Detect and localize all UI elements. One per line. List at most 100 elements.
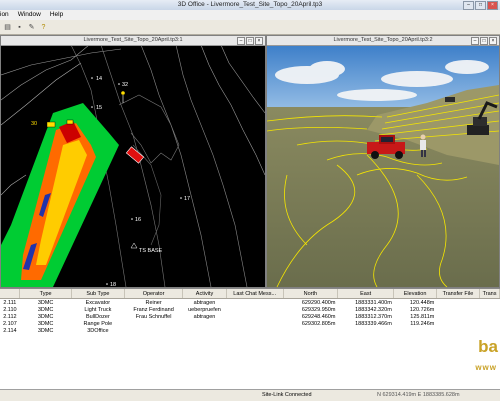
close-icon[interactable]: × bbox=[489, 37, 497, 45]
3d-view-pane[interactable]: Livermore_Test_Site_Topo_20April.tp3:2 –… bbox=[266, 35, 500, 288]
column-header[interactable]: North bbox=[283, 289, 338, 299]
window-title: 3D Office - Livermore_Test_Site_Topo_20A… bbox=[177, 1, 323, 8]
table-row[interactable]: 2.111 3DMC Excavator Reiner abtragen 629290.4… bbox=[0, 299, 500, 307]
table-row[interactable]: 2.114 3DMC 3DOffice bbox=[0, 327, 500, 334]
table-cell bbox=[226, 327, 283, 334]
map-pane-title: Livermore_Test_Site_Topo_20April.tp3:1 bbox=[1, 36, 265, 46]
table-cell: 1883342.320m bbox=[355, 306, 392, 313]
3d-scene[interactable] bbox=[267, 45, 499, 287]
table-row[interactable]: 2.107 3DMC Range Pole 629302.805m 1883339.46… bbox=[0, 320, 500, 327]
table-cell bbox=[436, 327, 479, 334]
topo-map[interactable]: 14 32 15 16 17 18 TS BASE 30 bbox=[1, 45, 265, 287]
table-cell bbox=[183, 320, 226, 327]
range-pole-marker[interactable] bbox=[121, 91, 125, 95]
table-cell bbox=[124, 327, 183, 334]
maximize-icon[interactable]: □ bbox=[475, 1, 486, 10]
close-icon[interactable]: × bbox=[487, 1, 498, 10]
table-cell bbox=[480, 327, 500, 334]
table-body: 2.111 3DMC Excavator Reiner abtragen 629290.4… bbox=[0, 299, 500, 335]
table-cell bbox=[436, 299, 479, 307]
point-label: 18 bbox=[110, 282, 116, 287]
menu-item-help[interactable]: Help bbox=[50, 10, 63, 20]
brand-logo: ba bbox=[478, 337, 498, 356]
save-icon[interactable]: ▪ bbox=[15, 23, 24, 32]
menu-item-partial[interactable]: ion bbox=[0, 10, 9, 20]
table-cell: 1883312.370m bbox=[355, 313, 392, 320]
toolbar: ▤ ▪ ✎ ? bbox=[0, 20, 500, 35]
point-label: 14 bbox=[96, 76, 102, 82]
table-header-row: Type Sub Type Operator Activity Last Cha… bbox=[0, 289, 500, 299]
site-vehicle-marker[interactable] bbox=[46, 121, 56, 128]
column-header[interactable]: Elevation bbox=[393, 289, 437, 299]
table-row[interactable]: 2.110 3DMC Light Truck Franz Ferdinand ueber… bbox=[0, 306, 500, 313]
table-cell bbox=[283, 327, 337, 334]
minimize-icon[interactable]: – bbox=[471, 37, 479, 45]
table-row[interactable]: 2.112 3DMC BullDozer Frau Schnuffel abtragen… bbox=[0, 313, 500, 320]
cloud bbox=[445, 60, 489, 74]
column-header[interactable]: Operator bbox=[124, 289, 184, 299]
table-cell: abtragen bbox=[193, 299, 216, 306]
table-cell bbox=[436, 320, 479, 327]
table-cell: 629329.950m bbox=[301, 306, 336, 313]
map-pane-controls: – □ × bbox=[237, 37, 263, 45]
table-cell: 3DMC bbox=[37, 299, 54, 306]
map-view-pane[interactable]: Livermore_Test_Site_Topo_20April.tp3:1 –… bbox=[0, 35, 266, 288]
minimize-icon[interactable]: – bbox=[463, 1, 474, 10]
maximize-icon[interactable]: □ bbox=[246, 37, 254, 45]
point-label: 16 bbox=[135, 217, 141, 223]
minimize-icon[interactable]: – bbox=[237, 37, 245, 45]
excavator-marker[interactable] bbox=[66, 119, 74, 125]
table-cell: 3DMC bbox=[37, 313, 54, 320]
table-cell: 120.448m bbox=[409, 299, 435, 306]
contour-line bbox=[1, 174, 27, 196]
cursor-coordinates: N 629314.419m E 1883385.628m bbox=[377, 392, 460, 398]
contour-line bbox=[200, 45, 265, 176]
help-icon[interactable]: ? bbox=[39, 23, 48, 32]
point-label: 15 bbox=[96, 105, 102, 111]
table-cell: Range Pole bbox=[83, 320, 113, 327]
close-icon[interactable]: × bbox=[255, 37, 263, 45]
menu-bar: ion Window Help bbox=[0, 10, 500, 20]
status-bar: Site-Link Connected N 629314.419m E 1883… bbox=[0, 389, 500, 401]
contour-line bbox=[1, 48, 122, 76]
cloud bbox=[309, 61, 345, 77]
table-cell bbox=[226, 299, 283, 307]
column-header[interactable]: Type bbox=[19, 289, 72, 299]
point-label: 30 bbox=[31, 121, 37, 127]
column-header[interactable]: Sub Type bbox=[71, 289, 125, 299]
point-label: 17 bbox=[184, 196, 190, 202]
table-cell: 2.111 bbox=[3, 299, 17, 306]
table-cell: 120.726m bbox=[409, 306, 435, 313]
table-cell bbox=[226, 306, 283, 313]
table-cell bbox=[337, 327, 393, 334]
3d-pane-controls: – □ × bbox=[471, 37, 497, 45]
table-cell: Excavator bbox=[85, 299, 111, 306]
tool-icon[interactable]: ✎ bbox=[27, 23, 36, 32]
menu-item-window[interactable]: Window bbox=[18, 10, 41, 20]
column-header[interactable]: Trans bbox=[479, 289, 500, 299]
open-icon[interactable]: ▤ bbox=[3, 23, 12, 32]
table-cell: abtragen bbox=[193, 313, 216, 320]
column-header[interactable]: Activity bbox=[182, 289, 227, 299]
column-header[interactable]: Transfer File bbox=[436, 289, 481, 299]
machine-table: Type Sub Type Operator Activity Last Cha… bbox=[0, 289, 500, 334]
table-cell bbox=[480, 306, 500, 313]
table-cell: 3DMC bbox=[37, 327, 54, 334]
column-header[interactable]: Last Chat Mess... bbox=[226, 289, 284, 299]
table-cell: 3DOffice bbox=[87, 327, 109, 334]
connection-status: Site-Link Connected bbox=[262, 392, 312, 398]
table-cell bbox=[394, 327, 437, 334]
column-header[interactable] bbox=[0, 289, 21, 299]
table-cell: 125.811m bbox=[410, 313, 435, 320]
table-cell: 3DMC bbox=[37, 320, 54, 327]
truck-marker[interactable] bbox=[125, 146, 145, 164]
table-cell bbox=[226, 320, 283, 327]
table-cell: Frau Schnuffel bbox=[135, 313, 172, 320]
window-controls: – □ × bbox=[463, 1, 498, 10]
table-cell: 629290.400m bbox=[301, 299, 336, 306]
table-cell: 119.246m bbox=[410, 320, 435, 327]
column-header[interactable]: East bbox=[337, 289, 395, 299]
maximize-icon[interactable]: □ bbox=[480, 37, 488, 45]
table-cell: 3DMC bbox=[37, 306, 54, 313]
table-cell: 2.114 bbox=[3, 327, 17, 334]
